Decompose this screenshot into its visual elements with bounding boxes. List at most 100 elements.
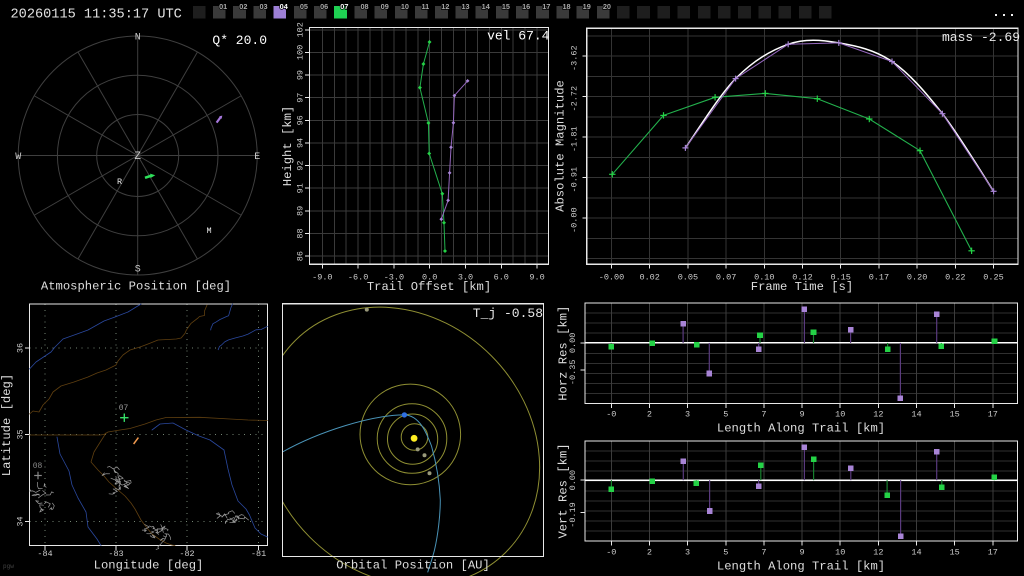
svg-text:100: 100 [296,45,306,60]
svg-text:99: 99 [296,70,306,80]
svg-text:13: 13 [461,2,469,11]
svg-text:Q* 20.0: Q* 20.0 [212,33,267,48]
svg-text:10: 10 [835,410,845,420]
svg-text:5: 5 [723,410,728,420]
svg-text:Length Along Trail [km]: Length Along Trail [km] [717,560,885,574]
svg-text:-0.00: -0.00 [599,273,625,283]
svg-text:34: 34 [16,516,26,526]
svg-text:Horz Res [km]: Horz Res [km] [557,306,571,401]
svg-text:07: 07 [119,404,129,413]
svg-text:09: 09 [381,2,389,11]
svg-text:E: E [254,152,260,163]
svg-text:0.07: 0.07 [716,273,736,283]
svg-text:-9.0: -9.0 [312,273,332,283]
svg-text:7: 7 [761,548,766,558]
svg-text:9: 9 [799,548,804,558]
svg-text:20: 20 [603,2,611,11]
svg-text:12: 12 [441,2,449,11]
svg-text:06: 06 [320,2,328,11]
svg-text:35: 35 [16,429,26,439]
svg-text:88: 88 [296,228,306,238]
svg-text:03: 03 [259,2,267,11]
svg-text:mass -2.69: mass -2.69 [942,30,1020,45]
svg-text:-83: -83 [108,549,123,559]
svg-text:-3.62: -3.62 [570,45,580,71]
svg-text:08: 08 [33,462,43,471]
svg-text:5: 5 [723,548,728,558]
svg-text:01: 01 [219,2,227,11]
svg-text:14: 14 [482,2,491,11]
svg-text:Orbital Position [AU]: Orbital Position [AU] [336,559,490,573]
svg-text:pgw: pgw [3,563,14,570]
svg-text:97: 97 [296,93,306,103]
svg-text:Latitude [deg]: Latitude [deg] [0,374,14,476]
svg-text:20260115 11:35:17 UTC: 20260115 11:35:17 UTC [11,8,182,23]
svg-text:Atmospheric Position [deg]: Atmospheric Position [deg] [41,280,231,294]
svg-text:14: 14 [911,548,921,558]
svg-text:17: 17 [988,548,998,558]
svg-text:0.05: 0.05 [678,273,698,283]
svg-text:12: 12 [873,548,883,558]
svg-text:2: 2 [647,548,652,558]
svg-text:9: 9 [799,410,804,420]
svg-text:91: 91 [296,183,306,193]
svg-text:2: 2 [647,410,652,420]
svg-text:15: 15 [950,410,960,420]
svg-text:02: 02 [239,2,247,11]
svg-text:vel 67.4: vel 67.4 [487,29,550,44]
svg-text:102: 102 [296,22,306,37]
svg-text:17: 17 [988,410,998,420]
svg-text:-84: -84 [37,549,52,559]
svg-text:-1.81: -1.81 [570,126,580,152]
svg-text:Frame Time [s]: Frame Time [s] [751,280,853,294]
svg-text:94: 94 [296,138,306,148]
svg-text:11: 11 [421,2,429,11]
svg-text:05: 05 [300,2,308,11]
svg-text:N: N [135,33,141,44]
svg-text:-0.91: -0.91 [570,167,580,193]
svg-text:0.25: 0.25 [983,273,1003,283]
svg-text:-81: -81 [251,549,266,559]
svg-text:89: 89 [296,206,306,216]
svg-text:15: 15 [950,548,960,558]
svg-text:19: 19 [583,2,591,11]
svg-text:T_j -0.58: T_j -0.58 [473,306,543,321]
svg-text:14: 14 [911,410,921,420]
svg-text:0.20: 0.20 [907,273,927,283]
svg-text:W: W [15,152,21,163]
svg-text:07: 07 [340,2,348,11]
svg-text:-6.0: -6.0 [348,273,368,283]
svg-text:86: 86 [296,251,306,261]
svg-text:04: 04 [280,2,289,11]
svg-text:10: 10 [835,548,845,558]
svg-text:Z: Z [134,151,141,163]
svg-text:-82: -82 [179,549,194,559]
svg-text:15: 15 [502,2,510,11]
svg-text:18: 18 [562,2,570,11]
svg-text:9.0: 9.0 [529,273,544,283]
svg-text:R: R [117,177,122,187]
svg-text:-0.00: -0.00 [570,207,580,233]
svg-text:92: 92 [296,160,306,170]
svg-text:Length Along Trail [km]: Length Along Trail [km] [717,422,885,436]
svg-text:10: 10 [401,2,409,11]
svg-text:3: 3 [685,548,690,558]
svg-text:Height [km]: Height [km] [281,106,295,186]
svg-text:16: 16 [522,2,530,11]
svg-text:96: 96 [296,115,306,125]
svg-text:0.02: 0.02 [639,273,659,283]
svg-text:17: 17 [542,2,550,11]
svg-text:-0: -0 [606,548,616,558]
svg-text:6.0: 6.0 [494,273,509,283]
svg-text:-2.72: -2.72 [570,86,580,112]
svg-text:12: 12 [873,410,883,420]
svg-text:Absolute Magnitude: Absolute Magnitude [554,80,568,212]
svg-text:0.17: 0.17 [869,273,889,283]
svg-text:36: 36 [16,343,26,353]
svg-text:3: 3 [685,410,690,420]
svg-text:-0: -0 [606,410,616,420]
svg-text:Trail Offset [km]: Trail Offset [km] [367,280,491,294]
svg-text:M: M [206,226,211,236]
svg-text:Longitude [deg]: Longitude [deg] [94,559,204,573]
svg-text:7: 7 [761,410,766,420]
